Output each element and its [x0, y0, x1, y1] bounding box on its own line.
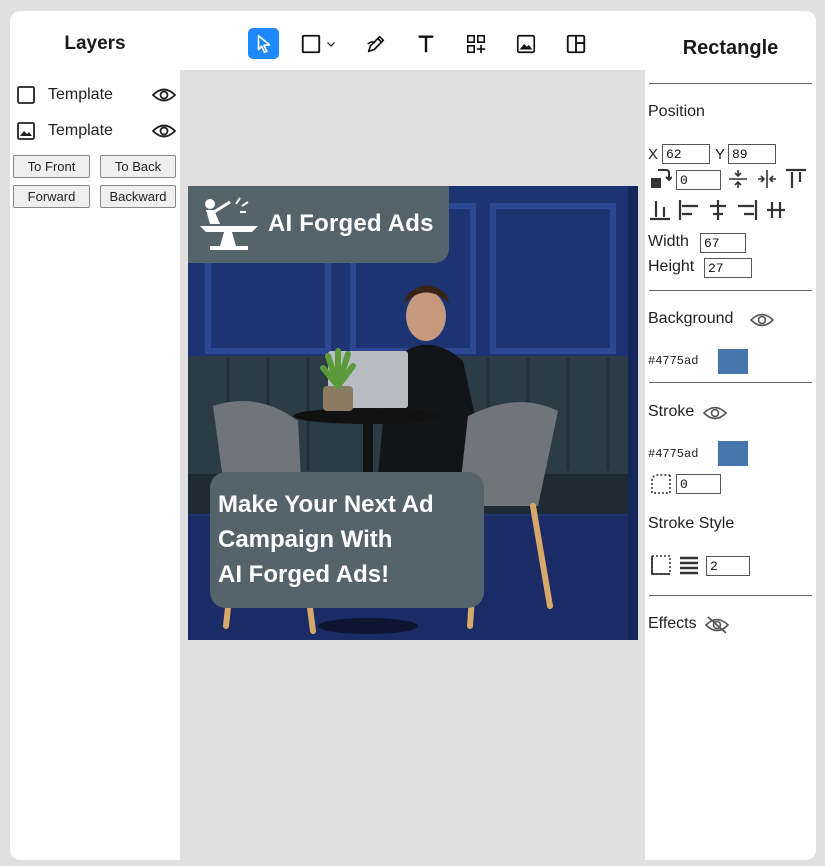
- cta-line: AI Forged Ads!: [218, 561, 390, 588]
- divider: [649, 382, 812, 383]
- effects-heading: Effects: [648, 615, 697, 632]
- height-label: Height: [648, 258, 695, 275]
- position-heading: Position: [648, 103, 705, 120]
- rotate-icon[interactable]: [650, 167, 672, 189]
- pen-icon: [366, 35, 384, 52]
- text-tool-button[interactable]: [410, 28, 441, 59]
- background-heading: Background: [648, 310, 734, 327]
- y-label: Y: [715, 146, 726, 163]
- layers-panel: Layers Template Template To Front To Bac…: [10, 11, 180, 860]
- layout-icon: [566, 34, 585, 53]
- eye-icon[interactable]: [750, 311, 774, 329]
- eye-icon[interactable]: [151, 122, 177, 140]
- layers-title: Layers: [64, 33, 126, 54]
- design-canvas[interactable]: AI Forged Ads Make Your Next Ad Campaign…: [188, 186, 638, 640]
- cursor-icon: [257, 34, 270, 53]
- align-left-icon[interactable]: [678, 199, 700, 221]
- align-horizontal-center-icon[interactable]: [756, 168, 778, 190]
- align-top-icon[interactable]: [785, 168, 807, 190]
- anvil-logo-icon: [200, 197, 258, 250]
- stroke-radius-input[interactable]: 0: [676, 474, 721, 494]
- backward-button[interactable]: Backward: [100, 185, 176, 208]
- divider: [649, 83, 812, 84]
- align-right-icon[interactable]: [736, 199, 758, 221]
- top-toolbar: [180, 11, 645, 70]
- width-label: Width: [648, 233, 689, 250]
- layout-tool-button[interactable]: [560, 28, 591, 59]
- image-tool-button[interactable]: [510, 28, 541, 59]
- draw-tool-button[interactable]: [360, 28, 391, 59]
- logo-text: AI Forged Ads: [268, 210, 434, 237]
- y-input[interactable]: 89: [728, 144, 776, 164]
- cta-line: Campaign With: [218, 526, 393, 553]
- align-center-icon[interactable]: [707, 199, 729, 221]
- stroke-width-input[interactable]: 2: [706, 556, 750, 576]
- inspector-title: Rectangle: [682, 37, 779, 59]
- rectangle-tool-button[interactable]: [300, 28, 342, 59]
- layer-item[interactable]: Template: [16, 82, 177, 108]
- cta-line: Make Your Next Ad: [218, 491, 434, 518]
- rectangle-icon: [301, 34, 321, 53]
- dashed-border-icon[interactable]: [650, 554, 672, 576]
- eye-icon[interactable]: [151, 86, 177, 104]
- stroke-heading: Stroke: [648, 403, 695, 420]
- height-input[interactable]: 27: [704, 258, 752, 278]
- rotation-input[interactable]: 0: [676, 170, 721, 190]
- align-vertical-center-icon[interactable]: [727, 168, 749, 190]
- text-icon: [418, 34, 433, 52]
- divider: [649, 290, 812, 291]
- chevron-down-icon: [327, 41, 335, 47]
- stroke-color-swatch[interactable]: [718, 441, 748, 466]
- logo-banner[interactable]: AI Forged Ads: [188, 186, 449, 263]
- corner-radius-icon[interactable]: [650, 473, 672, 495]
- x-label: X: [648, 146, 659, 163]
- inspector-panel: Rectangle Position X 62 Y 89 0 Width 67 …: [645, 11, 816, 860]
- image-icon: [16, 121, 36, 141]
- layer-label: Template: [48, 86, 113, 103]
- components-tool-button[interactable]: [460, 28, 491, 59]
- background-color-swatch[interactable]: [718, 349, 748, 374]
- select-tool-button[interactable]: [248, 28, 279, 59]
- layer-item[interactable]: Template: [16, 118, 177, 144]
- add-grid-icon: [466, 34, 485, 53]
- x-input[interactable]: 62: [662, 144, 710, 164]
- square-icon: [16, 85, 36, 105]
- to-front-button[interactable]: To Front: [13, 155, 90, 178]
- stroke-style-heading: Stroke Style: [648, 515, 735, 532]
- width-input[interactable]: 67: [700, 233, 746, 253]
- forward-button[interactable]: Forward: [13, 185, 90, 208]
- divider: [649, 595, 812, 596]
- distribute-horizontal-icon[interactable]: [765, 199, 787, 221]
- layer-label: Template: [48, 122, 113, 139]
- cta-rectangle[interactable]: Make Your Next Ad Campaign With AI Forge…: [210, 472, 484, 608]
- stroke-hex[interactable]: #4775ad: [648, 447, 698, 461]
- to-back-button[interactable]: To Back: [100, 155, 176, 178]
- stroke-weight-icon[interactable]: [678, 554, 700, 576]
- eye-off-icon[interactable]: [705, 615, 729, 635]
- align-bottom-icon[interactable]: [649, 199, 671, 221]
- background-hex[interactable]: #4775ad: [648, 354, 698, 368]
- eye-icon[interactable]: [703, 404, 727, 422]
- image-icon: [516, 34, 535, 53]
